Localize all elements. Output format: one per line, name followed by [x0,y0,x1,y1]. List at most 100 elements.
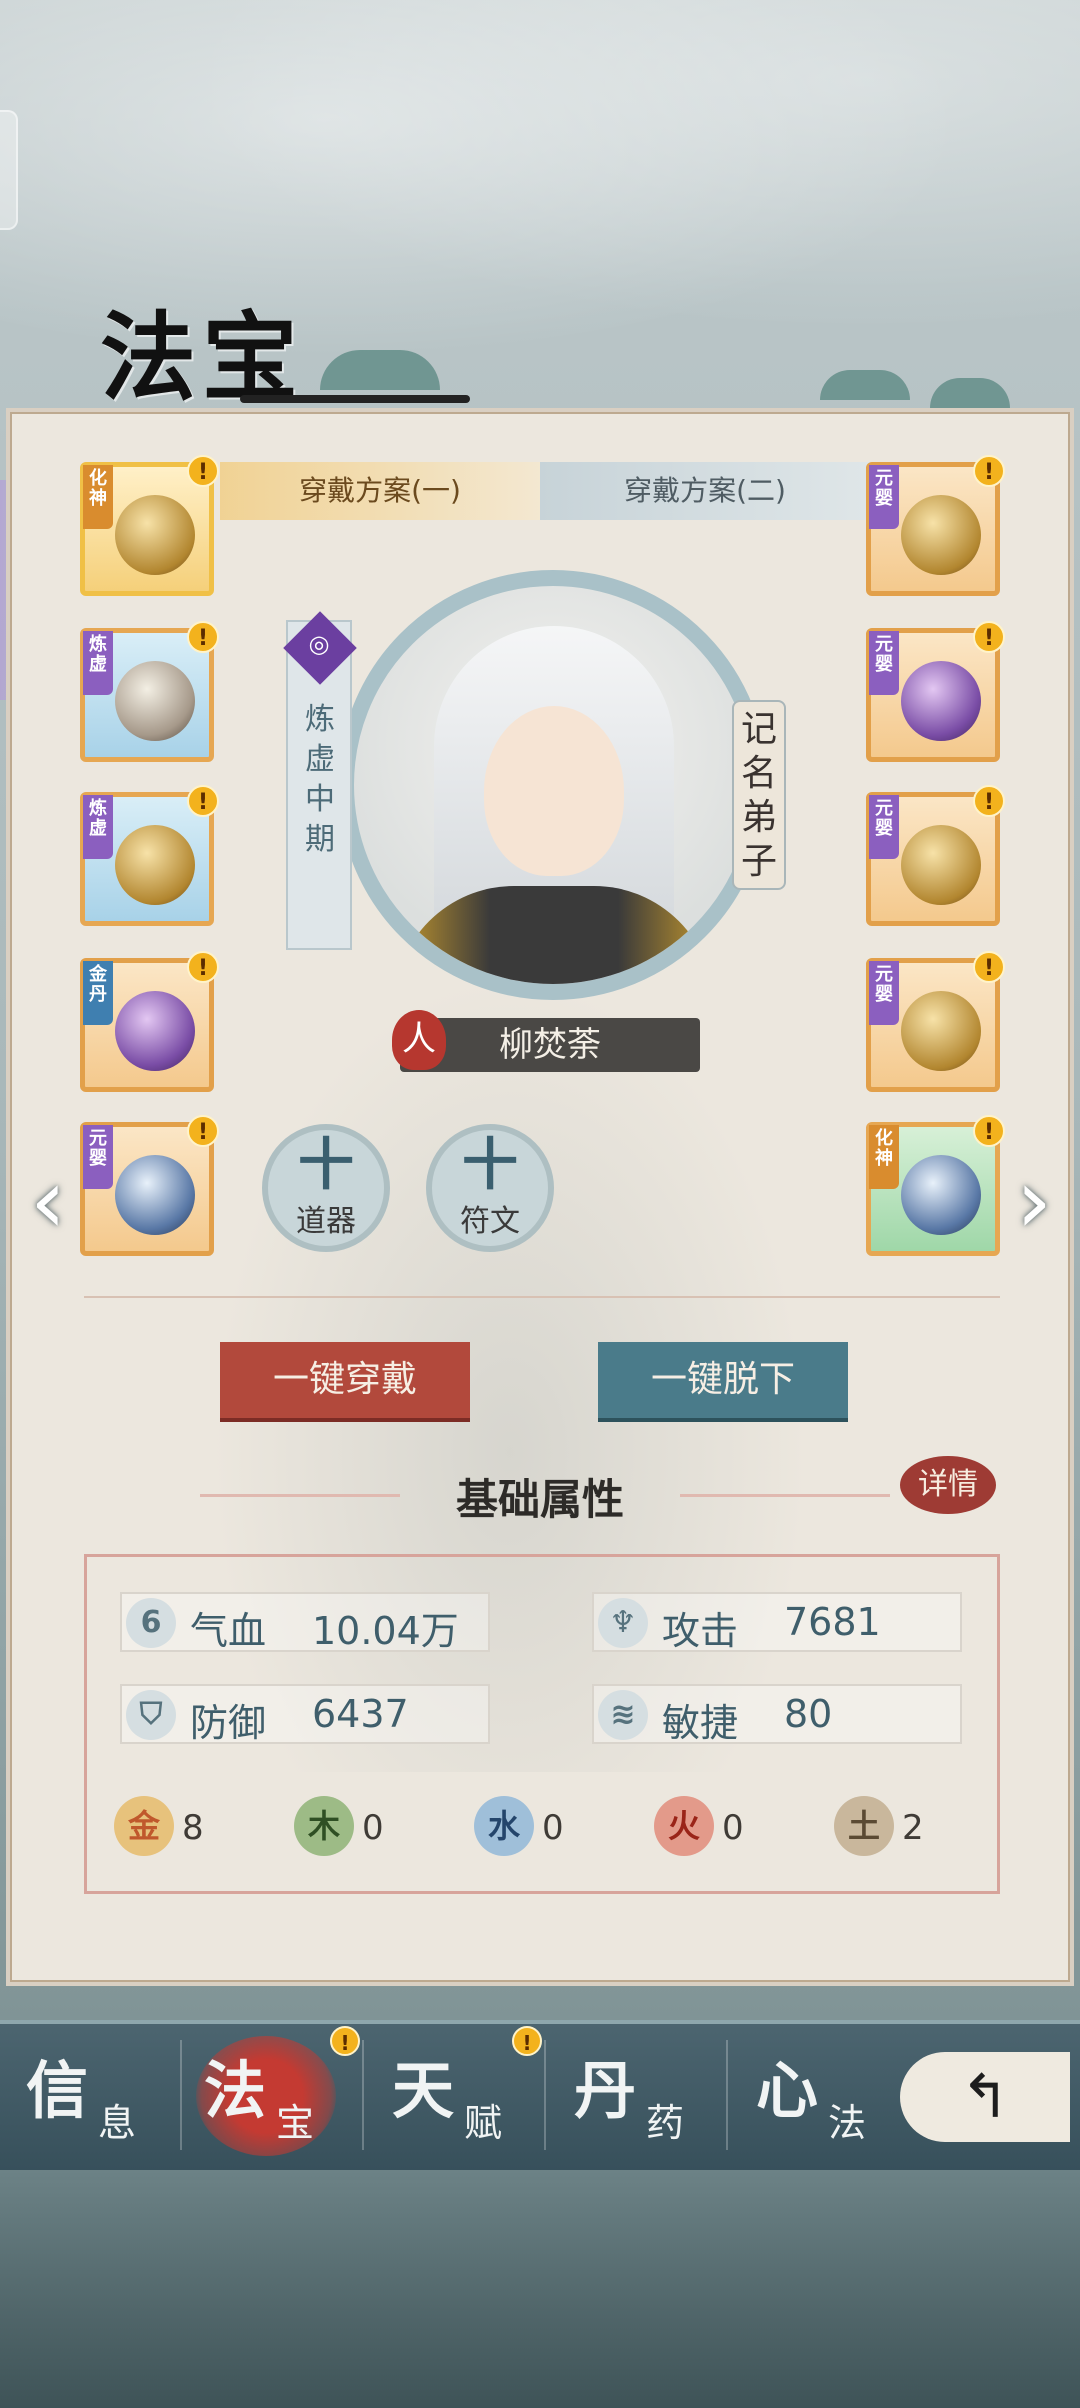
robe-item-icon [115,991,195,1071]
stat-defense: ⛉ 防御 6437 [120,1684,490,1745]
equip-slot-right-5[interactable]: 化神 ! [866,1115,1005,1256]
nav-label-sub: 药 [646,2101,685,2145]
alert-icon: ! [973,621,1005,653]
equip-slot-left-2[interactable]: 炼虚 ! [80,621,219,762]
earth-icon: 土 [834,1796,894,1856]
attributes-title: 基础属性 [455,1475,624,1524]
nav-tab-pill[interactable]: 丹 药 [566,2040,736,2160]
stat-hp: 6 气血 10.04万 [120,1592,490,1653]
stat-label: 敏捷 [662,1701,739,1745]
stat-label: 气血 [190,1609,267,1653]
nav-alert-icon: ! [330,2026,360,2056]
pendant-item-icon [901,661,981,741]
equip-slot-right-2[interactable]: 元婴 ! [866,621,1005,762]
equip-all-button[interactable]: 一键穿戴 [220,1342,470,1418]
back-button[interactable]: ↰ [900,2052,1070,2142]
nav-label-main: 法 [204,2054,267,2127]
alert-icon: ! [973,951,1005,983]
section-divider [84,1296,1000,1298]
equip-slot-left-5[interactable]: 元婴 ! [80,1115,219,1256]
alert-icon: ! [973,785,1005,817]
stat-value: 7681 [784,1600,881,1644]
plus-icon: 十 [462,1133,518,1198]
race-badge: 人 [392,1010,446,1070]
plus-icon: 十 [298,1133,354,1198]
section-ornament-right [680,1494,890,1497]
attack-icon: ♆ [598,1598,648,1648]
nav-separator [362,2040,364,2150]
add-rune-label: 符文 [460,1204,520,1239]
alert-icon: ! [187,1115,219,1147]
next-arrow-icon[interactable]: › [1004,1152,1064,1262]
add-tool-label: 道器 [296,1204,356,1239]
nav-tab-info[interactable]: 信 息 [18,2040,188,2160]
wind-icon: ≋ [598,1690,648,1740]
rank-label: 记名弟子 [732,700,786,890]
stat-attack: ♆ 攻击 7681 [592,1592,962,1653]
nav-tab-heart[interactable]: 心 法 [748,2040,918,2160]
tier-badge: 元婴 [869,465,899,529]
nav-separator [544,2040,546,2150]
cloud-decoration [320,350,440,390]
nav-tab-treasure[interactable]: 法 宝 [196,2036,366,2160]
mountain-scenery [0,2170,1080,2408]
nav-label-main: 丹 [574,2054,637,2127]
equip-slot-right-1[interactable]: 元婴 ! [866,455,1005,596]
nav-tab-talent[interactable]: 天 赋 [384,2040,554,2160]
element-value: 2 [902,1808,924,1848]
stat-value: 80 [784,1692,833,1736]
bracer-item-icon [901,825,981,905]
stat-value: 6437 [312,1692,409,1736]
nav-label-main: 心 [756,2054,819,2127]
mask-item-icon [901,991,981,1071]
equip-slot-left-4[interactable]: 金丹 ! [80,951,219,1092]
tier-badge: 炼虚 [83,631,113,695]
nav-alert-icon: ! [512,2026,542,2056]
alert-icon: ! [187,951,219,983]
add-rune-button[interactable]: 十 符文 [426,1124,554,1252]
tab-plan-two[interactable]: 穿戴方案(二) [540,462,870,520]
wood-icon: 木 [294,1796,354,1856]
puppet-item-icon [115,495,195,575]
title-brush-stroke [240,395,470,403]
metal-icon: 金 [114,1796,174,1856]
stat-agility: ≋ 敏捷 80 [592,1684,962,1745]
add-tool-button[interactable]: 十 道器 [262,1124,390,1252]
tier-badge: 元婴 [869,961,899,1025]
element-value: 0 [362,1808,384,1848]
hp-icon: 6 [126,1598,176,1648]
nav-label-main: 天 [392,2054,455,2127]
tier-badge: 金丹 [83,961,113,1025]
crown-item-icon [901,495,981,575]
mace-item-icon [115,661,195,741]
alert-icon: ! [187,621,219,653]
stat-label: 攻击 [662,1609,739,1653]
equip-slot-right-4[interactable]: 元婴 ! [866,951,1005,1092]
cauldron-item-icon [115,825,195,905]
nav-label-sub: 息 [98,2101,137,2145]
stat-value: 10.04万 [312,1609,459,1653]
details-button[interactable]: 详情 [900,1456,996,1514]
equip-slot-right-3[interactable]: 元婴 ! [866,785,1005,926]
nav-separator [726,2040,728,2150]
shield-icon: ⛉ [126,1690,176,1740]
nav-label-sub: 宝 [276,2101,315,2145]
alert-icon: ! [187,785,219,817]
water-icon: 水 [474,1796,534,1856]
realm-text: 炼虚中期 [305,702,335,857]
equip-slot-left-3[interactable]: 炼虚 ! [80,785,219,926]
tier-badge: 元婴 [83,1125,113,1189]
prev-arrow-icon[interactable]: ‹ [18,1152,78,1262]
nav-label-main: 信 [26,2054,89,2127]
equip-slot-left-1[interactable]: 化神 ! [80,455,219,596]
alert-icon: ! [973,455,1005,487]
nav-label-sub: 法 [828,2101,867,2145]
tab-plan-one[interactable]: 穿戴方案(一) [220,462,540,520]
element-value: 8 [182,1808,204,1848]
side-tab[interactable] [0,110,18,230]
cloud-decoration [820,370,910,400]
tier-badge: 炼虚 [83,795,113,859]
character-portrait[interactable] [338,570,768,1000]
remove-all-button[interactable]: 一键脱下 [598,1342,848,1418]
tier-badge: 化神 [83,465,113,529]
